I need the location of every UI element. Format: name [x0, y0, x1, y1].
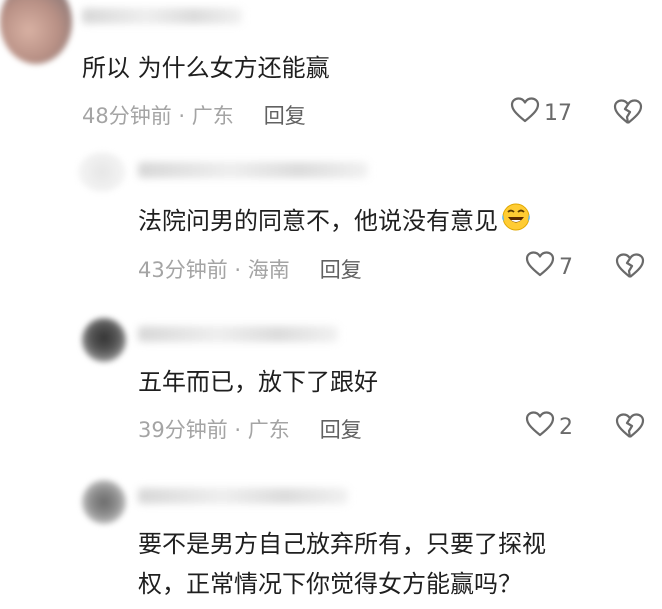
like-button[interactable]: 2 — [525, 410, 573, 444]
avatar[interactable] — [82, 480, 126, 524]
meta-separator: · — [227, 258, 248, 282]
reply-button[interactable]: 回复 — [320, 258, 362, 282]
reply-button[interactable]: 回复 — [320, 418, 362, 442]
comment-meta: 43分钟前 · 海南 回复 — [138, 254, 362, 284]
comment-text-line-1: 要不是男方自己放弃所有，只要了探视 — [138, 530, 546, 558]
like-count: 7 — [559, 254, 573, 280]
dislike-button[interactable] — [614, 252, 646, 284]
username-blurred[interactable] — [138, 326, 338, 342]
avatar[interactable] — [82, 318, 126, 362]
like-count: 17 — [544, 100, 572, 126]
avatar[interactable] — [78, 152, 126, 192]
comment-location: 广东 — [247, 418, 290, 442]
comment-text-content: 法院问男的同意不，他说没有意见 — [138, 207, 498, 235]
comment-text: 法院问男的同意不，他说没有意见 — [138, 202, 532, 242]
username-blurred[interactable] — [138, 162, 368, 178]
like-count: 2 — [559, 414, 573, 440]
heart-outline-icon — [510, 96, 540, 130]
comment-text-line-2: 权，正常情况下你觉得女方能赢吗？ — [138, 570, 522, 598]
comment-time: 39分钟前 — [138, 418, 228, 442]
meta-separator: · — [227, 418, 248, 442]
like-button[interactable]: 7 — [525, 250, 573, 284]
username-blurred[interactable] — [82, 8, 242, 24]
heart-outline-icon — [525, 250, 555, 284]
comment-location: 海南 — [247, 258, 290, 282]
laughing-crying-emoji — [500, 202, 532, 242]
comment-meta: 39分钟前 · 广东 回复 — [138, 414, 362, 444]
avatar[interactable] — [0, 0, 72, 64]
comment-text: 所以 为什么女方还能赢 — [82, 54, 330, 82]
reply-button[interactable]: 回复 — [264, 104, 306, 128]
comment-text: 五年而已，放下了跟好 — [138, 368, 378, 396]
comment-location: 广东 — [191, 104, 234, 128]
meta-separator: · — [171, 104, 192, 128]
broken-heart-icon — [612, 99, 644, 130]
heart-outline-icon — [525, 410, 555, 444]
comment-time: 48分钟前 — [82, 104, 172, 128]
like-button[interactable]: 17 — [510, 96, 572, 130]
dislike-button[interactable] — [614, 412, 646, 444]
comment-time: 43分钟前 — [138, 258, 228, 282]
username-blurred[interactable] — [138, 488, 348, 504]
dislike-button[interactable] — [612, 98, 644, 130]
comment-meta: 48分钟前 · 广东 回复 — [82, 100, 306, 130]
broken-heart-icon — [614, 253, 646, 284]
broken-heart-icon — [614, 413, 646, 444]
